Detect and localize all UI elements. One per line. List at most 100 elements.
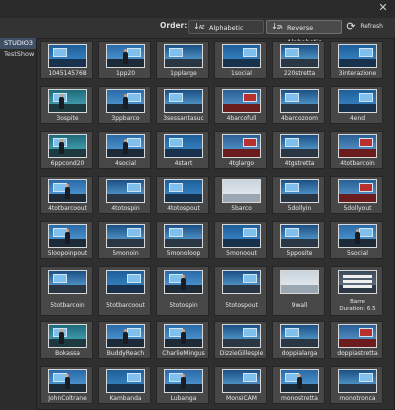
preset-label: 4totbarcoout: [48, 205, 87, 212]
preset-thumbnail: [164, 270, 203, 294]
preset-tile[interactable]: BuddyReach: [98, 321, 151, 359]
preset-thumbnail: [106, 44, 145, 68]
preset-tile[interactable]: 1pp20: [98, 41, 151, 79]
preset-tile[interactable]: 4totbarcoout: [40, 176, 93, 214]
preset-tile[interactable]: 6ppcond20: [40, 131, 93, 169]
preset-tile[interactable]: 5dollyout: [330, 176, 383, 214]
preset-thumbnail: [280, 324, 319, 348]
title-bar: ✕: [0, 0, 395, 19]
sort-alphabetic-button[interactable]: ↓AZ Alphabetic: [188, 20, 264, 34]
preset-tile[interactable]: doppialarga: [272, 321, 325, 359]
preset-tile[interactable]: 4tgstretta: [272, 131, 325, 169]
preset-label: 5totospin: [169, 302, 198, 309]
preset-label: 3ppbarco: [111, 115, 140, 122]
preset-tile[interactable]: 1social: [214, 41, 267, 79]
preset-tile[interactable]: 4start: [156, 131, 209, 169]
preset-thumbnail: [280, 224, 319, 248]
preset-thumbnail: [280, 369, 319, 393]
preset-label: 4end: [349, 115, 366, 122]
preset-thumbnail: [164, 44, 203, 68]
preset-label: 1pp20: [115, 70, 136, 77]
preset-label: 9wall: [291, 302, 308, 309]
preset-tile[interactable]: 5totospin: [156, 266, 209, 316]
preset-tile[interactable]: 5dollyin: [272, 176, 325, 214]
preset-label: 5loopoinpout: [47, 250, 88, 257]
preset-label: 220stretta: [283, 70, 316, 77]
preset-label: 1pplarge: [170, 70, 197, 77]
preset-thumbnail: [280, 270, 319, 294]
preset-tile[interactable]: monotronca: [330, 366, 383, 404]
preset-label: monotronca: [339, 395, 376, 402]
preset-tile[interactable]: 5totbarcoin: [40, 266, 93, 316]
preset-label: 1045145768: [48, 70, 87, 77]
preset-tile[interactable]: 3sessantasuc: [156, 86, 209, 124]
preset-tile[interactable]: 5monoout: [214, 221, 267, 259]
preset-tile[interactable]: 5totospout: [214, 266, 267, 316]
preset-thumbnail: [164, 134, 203, 158]
preset-tile[interactable]: 4tglargo: [214, 131, 267, 169]
preset-thumbnail: [48, 179, 87, 203]
sidebar-item-testshow[interactable]: TestShow: [0, 49, 36, 60]
preset-tile[interactable]: Kambanda: [98, 366, 151, 404]
preset-tile[interactable]: MonsiCAM: [214, 366, 267, 404]
preset-label: Kambanda: [109, 395, 142, 402]
preset-label: 5social: [347, 250, 368, 257]
preset-thumbnail: [338, 179, 377, 203]
preset-tile[interactable]: Bokassa: [40, 321, 93, 359]
preset-tile[interactable]: 5pposite: [272, 221, 325, 259]
refresh-button[interactable]: ⟳ Refresh: [346, 20, 383, 34]
preset-label: 3sessantasuc: [163, 115, 204, 122]
preset-tile[interactable]: 1pplarge: [156, 41, 209, 79]
preset-tile[interactable]: 1045145768: [40, 41, 93, 79]
preset-thumbnail: [106, 179, 145, 203]
preset-tile[interactable]: 3ppbarco: [98, 86, 151, 124]
preset-tile[interactable]: 5barco: [214, 176, 267, 214]
preset-thumbnail: [280, 134, 319, 158]
sidebar-item-studio3[interactable]: STUDIO3: [0, 38, 36, 49]
preset-thumbnail: [48, 224, 87, 248]
preset-tile[interactable]: 3ospite: [40, 86, 93, 124]
preset-thumbnail: [48, 89, 87, 113]
preset-tile[interactable]: 4barcozoom: [272, 86, 325, 124]
preset-tile[interactable]: Lubanga: [156, 366, 209, 404]
preset-tile[interactable]: 5loopoinpout: [40, 221, 93, 259]
preset-tile[interactable]: Barre Duration: 6.5: [330, 266, 383, 316]
preset-tile[interactable]: DizzieGillespie: [214, 321, 267, 359]
sort-descending-icon: ↓ZA: [271, 22, 283, 31]
preset-thumbnail: [222, 89, 261, 113]
preset-tile[interactable]: 220stretta: [272, 41, 325, 79]
preset-tile[interactable]: 5totbarcoout: [98, 266, 151, 316]
preset-tile[interactable]: monostretta: [272, 366, 325, 404]
preset-label: 4tgstretta: [284, 160, 315, 167]
preset-tile[interactable]: 5monoin: [98, 221, 151, 259]
sort-reverse-alphabetic-button[interactable]: ↓ZA Reverse Alphabetic: [266, 20, 342, 46]
preset-tile[interactable]: 4totospin: [98, 176, 151, 214]
preset-label: DizzieGillespie: [219, 350, 264, 357]
preset-tile[interactable]: JohnColtrane: [40, 366, 93, 404]
preset-thumbnail: [222, 224, 261, 248]
preset-label: 3interazione: [338, 70, 377, 77]
preset-tile[interactable]: CharlieMingus: [156, 321, 209, 359]
preset-label: 5pposite: [286, 250, 313, 257]
preset-tile[interactable]: 5monoloop: [156, 221, 209, 259]
refresh-icon: ⟳: [346, 20, 356, 33]
preset-label: 5dollyin: [287, 205, 312, 212]
preset-tile[interactable]: 4totospout: [156, 176, 209, 214]
preset-tile[interactable]: 3interazione: [330, 41, 383, 79]
preset-label: 5monoin: [112, 250, 139, 257]
preset-thumbnail: [164, 179, 203, 203]
preset-tile[interactable]: doppiastretta: [330, 321, 383, 359]
sort-ascending-icon: ↓AZ: [193, 22, 205, 31]
preset-label: 4tglargo: [228, 160, 255, 167]
preset-thumbnail: [164, 89, 203, 113]
preset-tile[interactable]: 4end: [330, 86, 383, 124]
preset-tile[interactable]: 4totbarcoin: [330, 131, 383, 169]
preset-tile[interactable]: 4barcofull: [214, 86, 267, 124]
preset-tile[interactable]: 5social: [330, 221, 383, 259]
preset-tile[interactable]: 9wall: [272, 266, 325, 316]
preset-thumbnail: [280, 89, 319, 113]
close-icon[interactable]: ✕: [377, 2, 389, 14]
preset-thumbnail: [48, 270, 87, 294]
preset-tile[interactable]: 4social: [98, 131, 151, 169]
preset-thumbnail: [222, 134, 261, 158]
